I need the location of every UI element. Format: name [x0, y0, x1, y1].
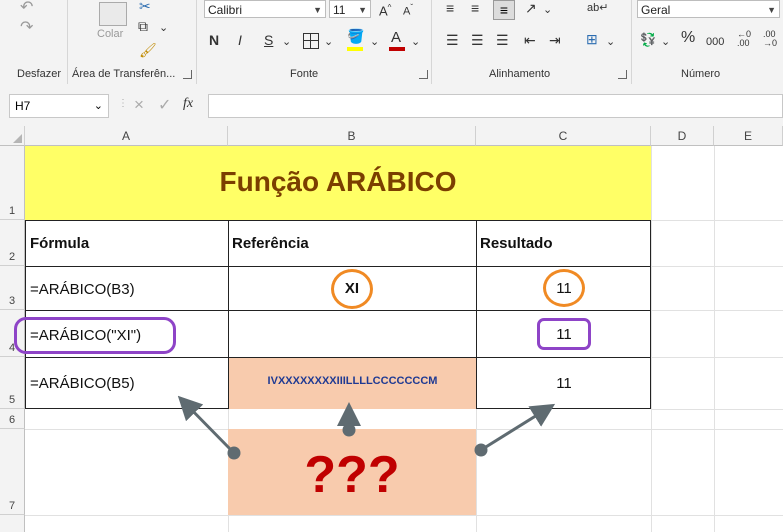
arrow-right: [474, 403, 556, 457]
arrow-left: [177, 395, 241, 460]
arrow-up: [337, 402, 361, 437]
arrows-overlay: [177, 395, 556, 460]
